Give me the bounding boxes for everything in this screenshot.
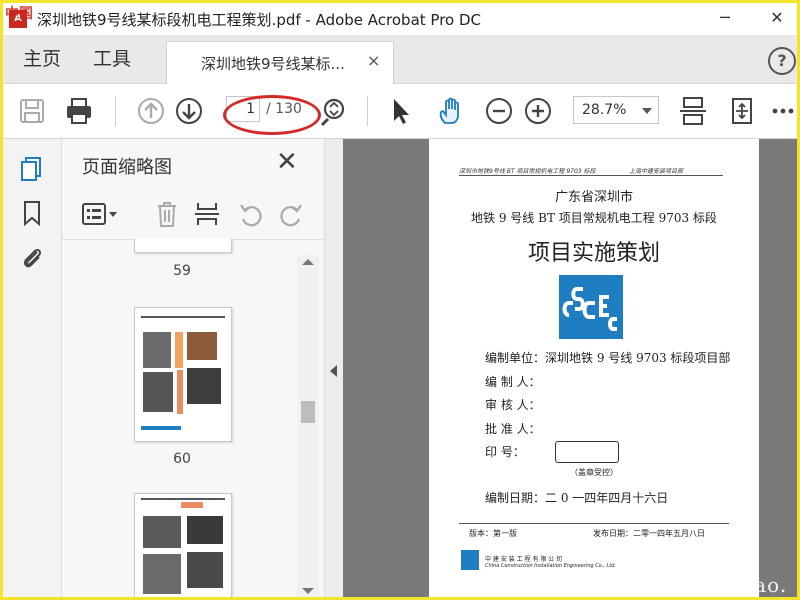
main-toolbar: 1 / 130 28.7%: [3, 84, 797, 139]
page-number-label: 60: [173, 451, 191, 467]
document-date: 编制日期：二 0 一四年四月十六日: [485, 491, 669, 505]
footer-logo: [461, 550, 479, 570]
save-icon[interactable]: [16, 95, 48, 127]
full-screen-icon[interactable]: [726, 95, 758, 127]
acrobat-window: A 深圳地铁9号线某标段机电工程策划.pdf - Adobe Acrobat P…: [0, 0, 800, 600]
annotation-circle: [223, 95, 321, 135]
document-approver: 批 准 人：: [485, 422, 541, 436]
navigation-rail: [3, 139, 62, 597]
document-version: 版本：第一版: [469, 529, 517, 538]
zoom-level-dropdown[interactable]: 28.7%: [573, 96, 659, 124]
pdf-page: 深圳市地铁9号线 BT 项目常规机电工程 9703 标段 上海中建安装项目部 广…: [429, 139, 759, 597]
window-title: 深圳地铁9号线某标段机电工程策划.pdf - Adobe Acrobat Pro…: [37, 11, 482, 29]
page-thumbnail-preview: [141, 316, 225, 430]
document-compiler: 编 制 人：: [485, 375, 541, 389]
zoom-out-icon[interactable]: [483, 95, 515, 127]
thumbnail-options-icon[interactable]: [80, 199, 120, 229]
rotate-clockwise-icon[interactable]: [276, 199, 306, 229]
footer-rule: [459, 523, 729, 524]
page-thumbnail[interactable]: [134, 239, 232, 253]
next-page-icon[interactable]: [173, 95, 205, 127]
close-window-button[interactable]: ✕: [759, 5, 795, 31]
thumbnails-panel: 页面缩略图 ✕ 59 60: [62, 139, 324, 597]
stamp-note: （盖章受控）: [570, 468, 618, 477]
zoom-tool-icon[interactable]: [317, 95, 349, 127]
thumbnail-tools: [62, 189, 324, 240]
document-project: 地铁 9 号线 BT 项目常规机电工程 9703 标段: [471, 211, 717, 225]
thumbnail-list: 59 60: [62, 239, 302, 597]
more-tools-icon[interactable]: [767, 95, 799, 127]
hand-tool-icon[interactable]: [435, 95, 467, 127]
tab-document[interactable]: 深圳地铁9号线某标... ×: [166, 41, 394, 84]
document-reviewer: 审 核 人：: [485, 398, 541, 412]
chevron-down-icon: [642, 108, 652, 114]
chevron-left-icon: [330, 365, 337, 377]
tab-tools[interactable]: 工具: [91, 35, 133, 83]
document-release-date: 发布日期：二零一四年五月八日: [593, 529, 705, 538]
document-tab-close-button[interactable]: ×: [367, 51, 380, 70]
company-name-en: China Construction Installation Engineer…: [485, 563, 616, 569]
document-city: 广东省深圳市: [554, 190, 633, 205]
page-header-right: 上海中建安装项目部: [629, 168, 684, 175]
tab-bar: 主页 工具 深圳地铁9号线某标... × ?: [3, 35, 797, 84]
insert-page-icon[interactable]: [192, 199, 222, 229]
scrollbar-thumb[interactable]: [301, 401, 315, 423]
delete-page-icon[interactable]: [152, 199, 182, 229]
fit-page-icon[interactable]: [677, 95, 709, 127]
header-rule: [459, 175, 723, 176]
previous-page-icon[interactable]: [135, 95, 167, 127]
panel-close-button[interactable]: ✕: [276, 147, 298, 177]
page-thumbnails-icon[interactable]: [18, 155, 46, 183]
thumbnail-scrollbar[interactable]: [297, 255, 319, 597]
document-seal: 印 号：: [485, 445, 525, 459]
bookmarks-icon[interactable]: [18, 199, 46, 227]
help-button[interactable]: ?: [768, 47, 796, 75]
company-logo: [559, 275, 623, 339]
toolbar-divider: [367, 96, 368, 126]
zoom-level-value: 28.7%: [582, 102, 627, 118]
attachments-icon[interactable]: [18, 243, 46, 271]
scroll-down-arrow-icon[interactable]: [302, 588, 314, 594]
title-bar: A 深圳地铁9号线某标段机电工程策划.pdf - Adobe Acrobat P…: [3, 3, 797, 35]
document-title: 项目实施策划: [527, 241, 660, 266]
document-view[interactable]: 深圳市地铁9号线 BT 项目常规机电工程 9703 标段 上海中建安装项目部 广…: [343, 139, 797, 597]
cscec-logo-icon: [562, 287, 617, 331]
page-header-left: 深圳市地铁9号线 BT 项目常规机电工程 9703 标段: [459, 168, 596, 175]
page-thumbnail[interactable]: [134, 493, 232, 597]
document-org: 编制单位：深圳地铁 9 号线 9703 标段项目部: [485, 351, 731, 365]
zoom-in-icon[interactable]: [522, 95, 554, 127]
panel-title: 页面缩略图: [82, 157, 172, 178]
document-tab-label: 深圳地铁9号线某标...: [201, 55, 345, 73]
company-name-cn: 中 建 安 装 工 程 有 限 公 司: [485, 556, 563, 563]
site-watermark: www.cndao.: [655, 573, 788, 597]
page-thumbnail-preview: [141, 498, 225, 594]
rotate-counterclockwise-icon[interactable]: [236, 199, 266, 229]
page-number-label: 59: [173, 263, 191, 279]
page-thumbnail[interactable]: [134, 307, 232, 442]
minimize-button[interactable]: ─: [707, 5, 743, 31]
print-icon[interactable]: [63, 95, 95, 127]
toolbar-divider: [115, 96, 116, 126]
scroll-up-arrow-icon[interactable]: [302, 259, 314, 265]
collapse-panel-handle[interactable]: [324, 139, 344, 597]
seal-box: [555, 441, 619, 463]
select-cursor-icon[interactable]: [385, 95, 417, 127]
tab-home[interactable]: 主页: [21, 35, 63, 83]
corner-watermark: 中国: [5, 6, 33, 22]
